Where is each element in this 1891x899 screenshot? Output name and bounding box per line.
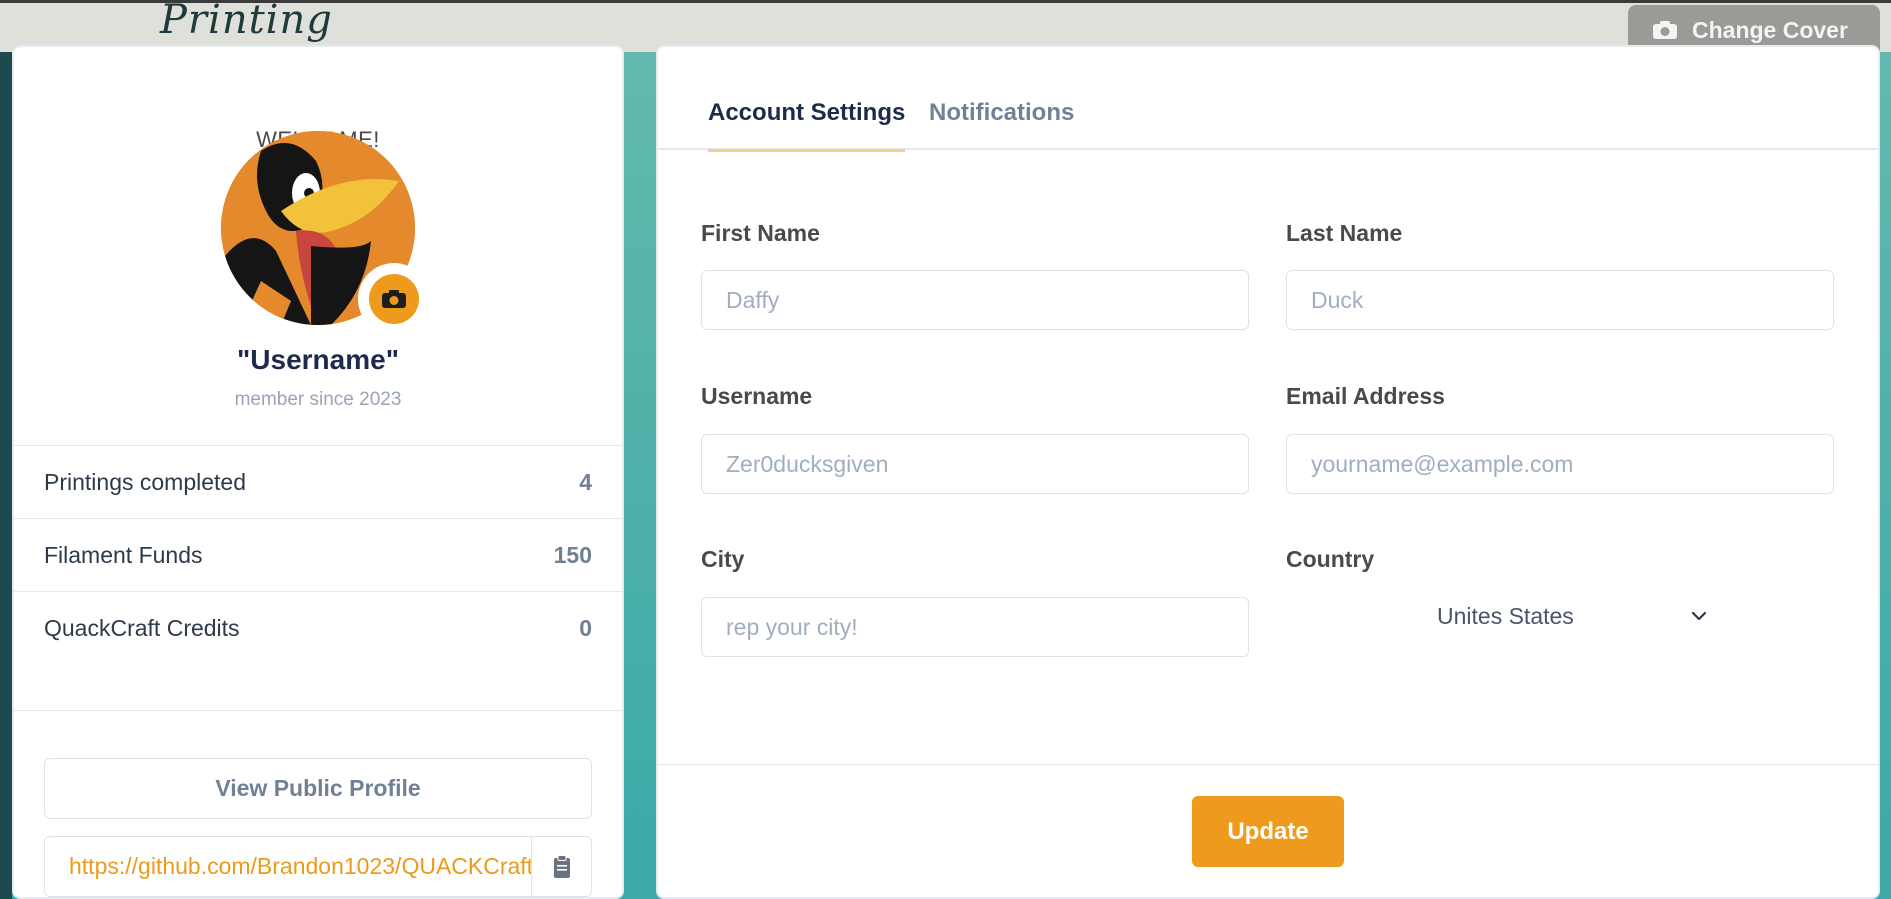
copy-link-button[interactable]	[531, 837, 591, 896]
divider	[14, 710, 622, 711]
city-label: City	[701, 546, 745, 572]
username-input[interactable]	[701, 434, 1249, 494]
last-name-label: Last Name	[1286, 220, 1403, 246]
stat-label: Filament Funds	[44, 541, 203, 568]
stat-label: QuackCraft Credits	[44, 614, 240, 641]
camera-icon	[1653, 21, 1677, 39]
stat-label: Printings completed	[44, 468, 246, 495]
chevron-down-icon	[1691, 611, 1707, 621]
first-name-input[interactable]	[701, 270, 1249, 330]
avatar-upload-button[interactable]	[358, 263, 430, 335]
change-cover-label: Change Cover	[1692, 16, 1848, 43]
divider	[658, 764, 1878, 765]
stat-row: Printings completed 4	[14, 445, 622, 518]
clipboard-icon	[553, 854, 570, 878]
tab-notifications[interactable]: Notifications	[929, 99, 1074, 149]
member-since: member since 2023	[234, 389, 402, 410]
cover-title: Printing	[160, 0, 333, 43]
stat-value: 0	[579, 614, 592, 641]
city-input[interactable]	[701, 597, 1249, 657]
stat-value: 150	[553, 541, 592, 568]
username-label: Username	[701, 383, 813, 409]
tab-bar: Account Settings Notifications	[658, 47, 1878, 152]
country-value: Unites States	[1437, 602, 1574, 629]
camera-icon	[382, 290, 406, 308]
last-name-input[interactable]	[1286, 270, 1834, 330]
email-label: Email Address	[1286, 383, 1445, 409]
profile-username: "Username"	[237, 344, 399, 375]
email-input[interactable]	[1286, 434, 1834, 494]
stat-row: QuackCraft Credits 0	[14, 591, 622, 664]
background-edge	[0, 52, 12, 899]
country-select[interactable]: Unites States	[1437, 596, 1707, 636]
country-label: Country	[1286, 546, 1375, 572]
first-name-label: First Name	[701, 220, 820, 246]
update-button[interactable]: Update	[1192, 796, 1344, 867]
profile-link-box: https://github.com/Brandon1023/QUACKCraf…	[44, 836, 592, 897]
tab-account-settings[interactable]: Account Settings	[708, 99, 906, 152]
view-public-profile-button[interactable]: View Public Profile	[44, 758, 592, 819]
stat-row: Filament Funds 150	[14, 518, 622, 591]
profile-card: WELCOME! "Username" member since 2023 Pr…	[12, 45, 624, 899]
stat-value: 4	[579, 468, 592, 495]
profile-link[interactable]: https://github.com/Brandon1023/QUACKCraf…	[45, 837, 531, 896]
